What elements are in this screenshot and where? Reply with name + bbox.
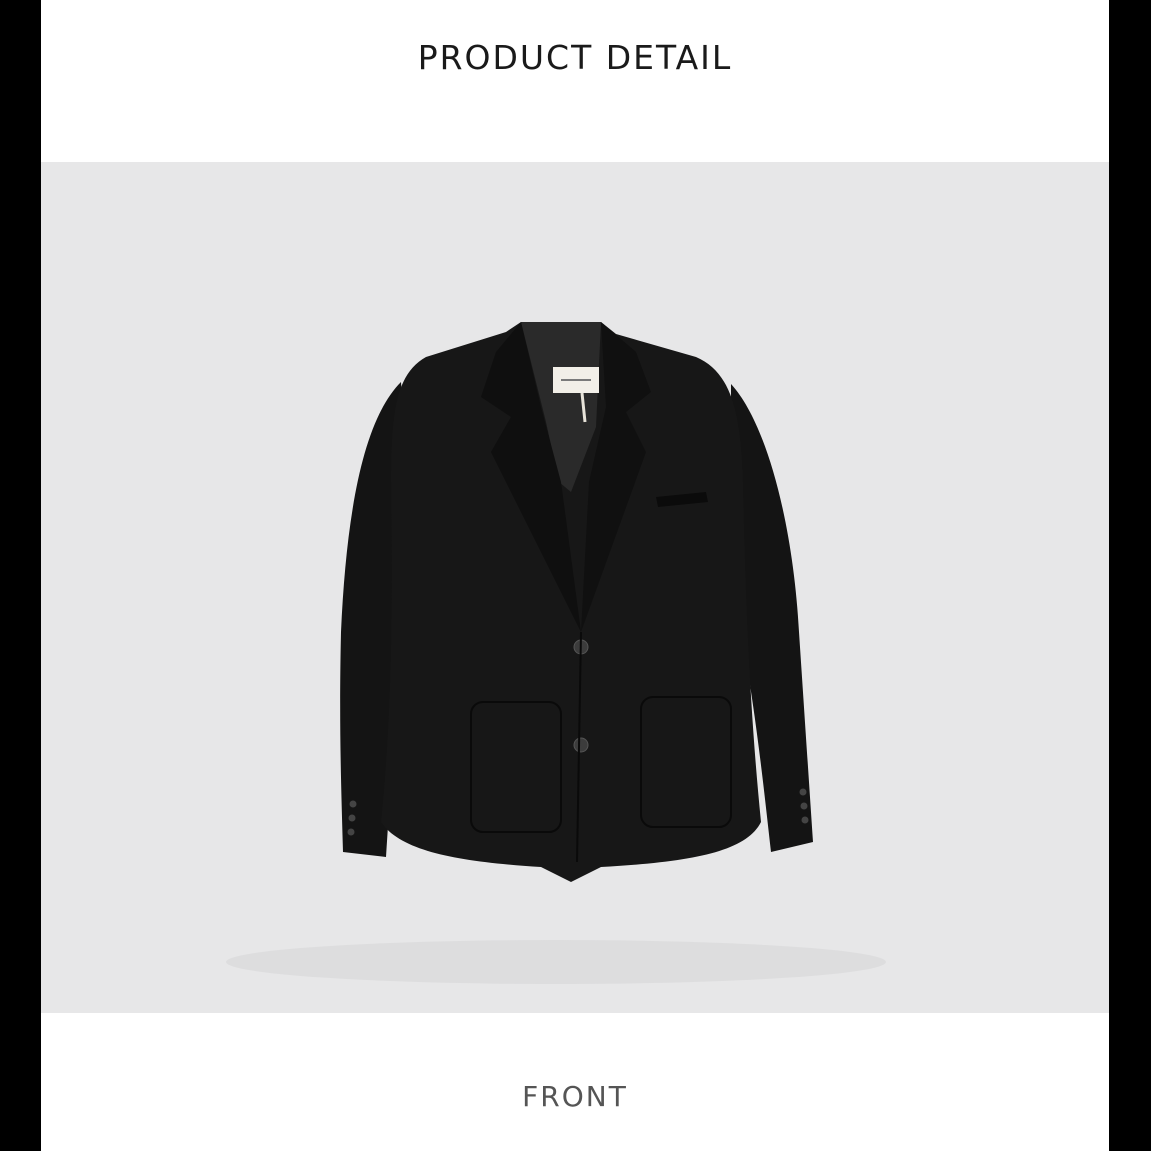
view-caption: FRONT (522, 1080, 628, 1113)
product-detail-page: PRODUCT DETAIL FRONT (41, 0, 1109, 1151)
page-title: PRODUCT DETAIL (417, 38, 733, 77)
product-image (41, 162, 1109, 1013)
jacket-illustration (226, 322, 886, 984)
